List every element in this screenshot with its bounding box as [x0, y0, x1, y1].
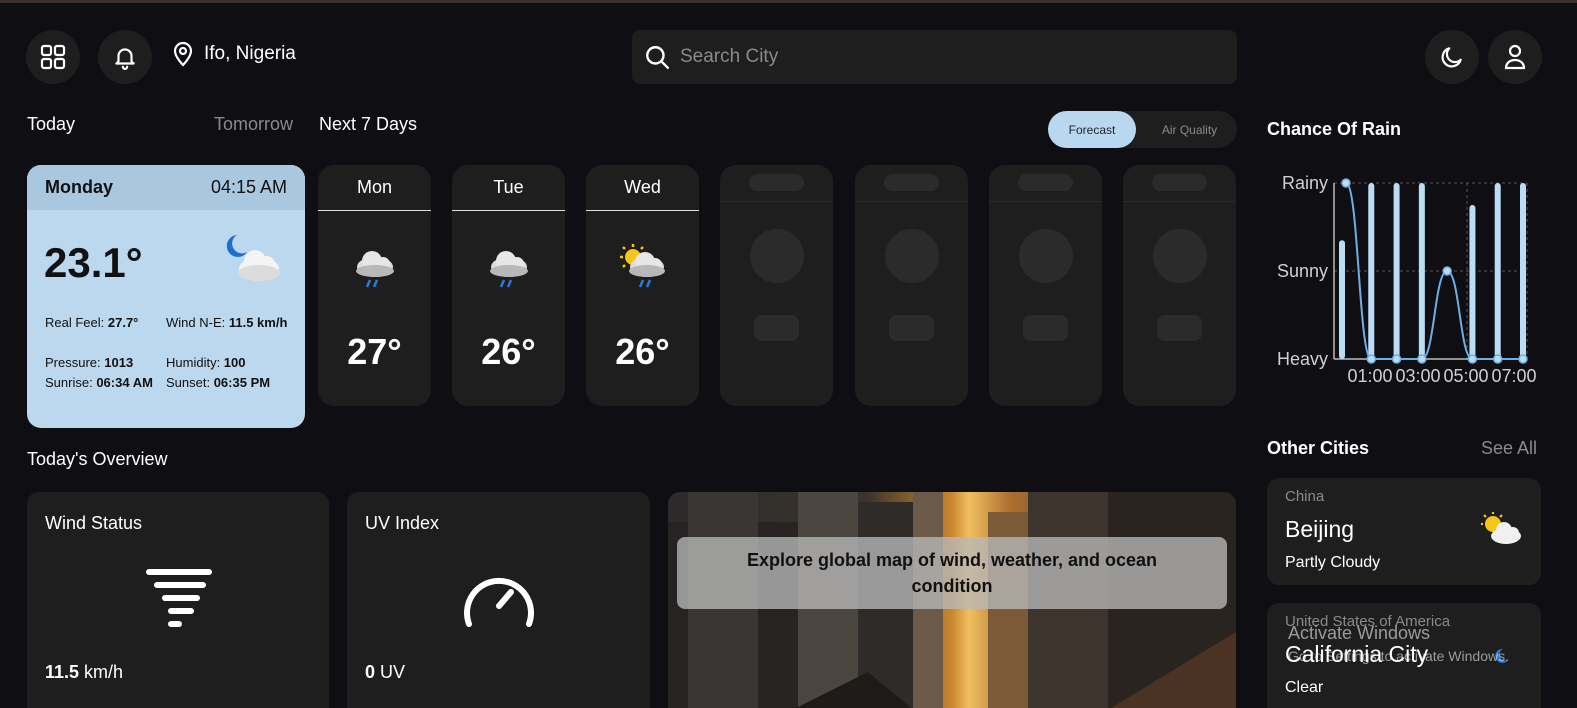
uv-index-value: 0 UV	[365, 662, 406, 682]
wind-status-title: Wind Status	[45, 513, 143, 533]
sunset-info: Sunset: 06:35 PM	[166, 375, 271, 390]
rain-point	[1391, 354, 1402, 364]
day-temperature: 26°	[615, 331, 670, 372]
grid-icon	[40, 44, 66, 70]
city-card-beijing[interactable]: China Beijing Partly Cloudy	[1267, 478, 1541, 585]
wind-status-card[interactable]: Wind Status 11.5 km/h	[27, 492, 329, 708]
rain-bar	[1469, 205, 1476, 359]
x-tick-label: 03:00	[1395, 366, 1440, 386]
x-tick-label: 07:00	[1491, 366, 1536, 386]
location-label: Ifo, Nigeria	[204, 43, 296, 64]
rain-point	[1467, 354, 1478, 364]
rain-bar	[1393, 183, 1400, 359]
air-quality-toggle-option[interactable]: Air Quality	[1142, 111, 1237, 148]
x-tick-label: 01:00	[1347, 366, 1392, 386]
today-weather-card[interactable]: Monday 04:15 AM 23.1° Real Feel: 27.7° W…	[27, 165, 305, 428]
windows-activation-watermark: Activate Windows Go to Settings to activ…	[1288, 623, 1509, 664]
chance-of-rain-chart: Heavy Sunny Rainy 01:00 03:00 05:00 07:00	[1277, 173, 1537, 386]
wind-icon	[146, 569, 212, 627]
sun-cloud-icon	[1481, 512, 1521, 544]
user-icon	[1504, 44, 1526, 70]
sunrise-info: Sunrise: 06:34 AM	[45, 375, 153, 390]
today-time: 04:15 AM	[210, 177, 287, 197]
day-temperature: 26°	[481, 331, 536, 372]
rain-bar	[1368, 183, 1375, 359]
chance-of-rain-title: Chance Of Rain	[1267, 119, 1402, 139]
forecast-toggle-option[interactable]: Forecast	[1048, 111, 1136, 148]
x-tick-label: 05:00	[1443, 366, 1488, 386]
loading-day-card	[855, 165, 968, 406]
city-country: China	[1285, 488, 1325, 505]
tab-next-7-days[interactable]: Next 7 Days	[319, 114, 417, 135]
loading-day-card	[989, 165, 1102, 406]
day-card-tue[interactable]: Tue 26°	[452, 165, 565, 406]
moon-cloud-icon	[226, 235, 280, 281]
uv-index-title: UV Index	[365, 513, 440, 533]
day-name: Tue	[452, 165, 565, 211]
rain-cloud-icon	[489, 251, 528, 288]
uv-index-card[interactable]: UV Index 0 UV	[347, 492, 650, 708]
today-temperature: 23.1°	[44, 239, 143, 286]
y-tick-label: Heavy	[1277, 349, 1328, 369]
rain-bar	[1418, 183, 1425, 359]
humidity-info: Humidity: 100	[166, 355, 246, 370]
today-day: Monday	[45, 177, 114, 197]
y-tick-label: Rainy	[1282, 173, 1328, 193]
gauge-icon	[464, 577, 534, 627]
rain-point	[1417, 354, 1427, 364]
wind-status-value: 11.5 km/h	[45, 662, 124, 682]
rain-point	[1442, 266, 1452, 276]
search-bar[interactable]	[632, 30, 1237, 84]
search-icon	[646, 46, 670, 70]
bell-icon	[115, 48, 135, 70]
profile-button[interactable]	[1488, 30, 1542, 84]
day-card-mon[interactable]: Mon 27°	[318, 165, 431, 406]
other-cities-title: Other Cities	[1267, 438, 1370, 458]
tab-today[interactable]: Today	[27, 114, 75, 135]
search-input[interactable]	[680, 46, 1200, 68]
moon-icon	[1441, 47, 1462, 68]
global-map-card[interactable]: Explore global map of wind, weather, and…	[668, 492, 1236, 708]
day-name: Mon	[318, 165, 431, 211]
today-card-header: Monday 04:15 AM	[27, 165, 305, 210]
pressure-info: Pressure: 1013	[45, 355, 134, 370]
day-card-wed[interactable]: Wed 26°	[586, 165, 699, 406]
city-name: Beijing	[1285, 516, 1355, 542]
rain-cloud-icon	[355, 251, 394, 288]
loading-day-card	[1123, 165, 1236, 406]
y-tick-label: Sunny	[1277, 261, 1328, 281]
rain-point	[1341, 178, 1351, 188]
rain-point	[1518, 354, 1528, 364]
overview-title: Today's Overview	[27, 449, 168, 469]
map-message: Explore global map of wind, weather, and…	[677, 537, 1227, 609]
forecast-air-toggle: Forecast Air Quality	[1048, 111, 1237, 148]
rain-bar	[1494, 183, 1501, 359]
rain-point	[1366, 354, 1377, 364]
day-temperature: 27°	[347, 331, 402, 372]
real-feel: Real Feel: 27.7°	[45, 315, 139, 330]
notifications-button[interactable]	[98, 30, 152, 84]
wind-info: Wind N-E: 11.5 km/h	[166, 315, 288, 330]
rain-point	[1492, 354, 1503, 364]
day-name: Wed	[586, 165, 699, 211]
current-location[interactable]: Ifo, Nigeria	[172, 41, 296, 67]
theme-toggle-button[interactable]	[1425, 30, 1479, 84]
loading-day-card	[720, 165, 833, 406]
location-pin-icon	[173, 41, 193, 67]
rain-bar	[1339, 240, 1345, 359]
city-condition: Partly Cloudy	[1285, 554, 1381, 571]
dashboard-button[interactable]	[26, 30, 80, 84]
rain-bar	[1520, 183, 1526, 359]
sun-rain-cloud-icon	[619, 244, 665, 288]
city-condition: Clear	[1285, 679, 1324, 696]
see-all-link[interactable]: See All	[1481, 438, 1537, 459]
tab-tomorrow[interactable]: Tomorrow	[214, 114, 293, 135]
